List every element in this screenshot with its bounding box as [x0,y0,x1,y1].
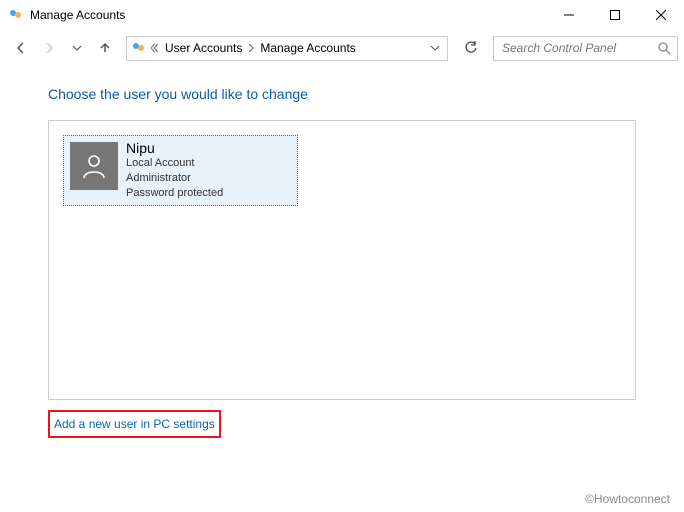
navbar: User Accounts Manage Accounts [0,30,684,66]
user-accounts-icon [8,7,24,23]
forward-button[interactable] [38,37,60,59]
user-panel: Nipu Local Account Administrator Passwor… [48,120,636,400]
breadcrumb[interactable]: User Accounts Manage Accounts [126,36,448,61]
user-role: Administrator [126,171,223,186]
user-accounts-icon [131,40,147,56]
watermark: ©Howtoconnect [585,492,670,506]
up-button[interactable] [94,37,116,59]
avatar [70,142,118,190]
recent-locations-button[interactable] [66,37,88,59]
breadcrumb-item[interactable]: User Accounts [163,41,244,55]
main-content: Choose the user you would like to change… [0,66,684,438]
maximize-button[interactable] [592,0,638,30]
user-tile[interactable]: Nipu Local Account Administrator Passwor… [63,135,298,206]
user-info: Nipu Local Account Administrator Passwor… [126,140,223,201]
window-title: Manage Accounts [30,8,125,22]
search-field[interactable] [500,40,671,56]
user-password: Password protected [126,186,223,201]
highlight-box: Add a new user in PC settings [48,410,221,438]
back-button[interactable] [10,37,32,59]
search-input[interactable] [493,36,678,61]
user-name: Nipu [126,140,223,156]
user-type: Local Account [126,156,223,171]
chevron-left-icon[interactable] [149,43,163,53]
minimize-button[interactable] [546,0,592,30]
breadcrumb-item[interactable]: Manage Accounts [258,41,357,55]
chevron-down-icon[interactable] [427,43,443,53]
close-button[interactable] [638,0,684,30]
chevron-right-icon[interactable] [244,43,258,53]
page-heading: Choose the user you would like to change [48,86,636,102]
search-icon [658,42,671,55]
add-user-link[interactable]: Add a new user in PC settings [54,417,215,431]
refresh-button[interactable] [458,36,483,61]
titlebar: Manage Accounts [0,0,684,30]
window-controls [546,0,684,30]
